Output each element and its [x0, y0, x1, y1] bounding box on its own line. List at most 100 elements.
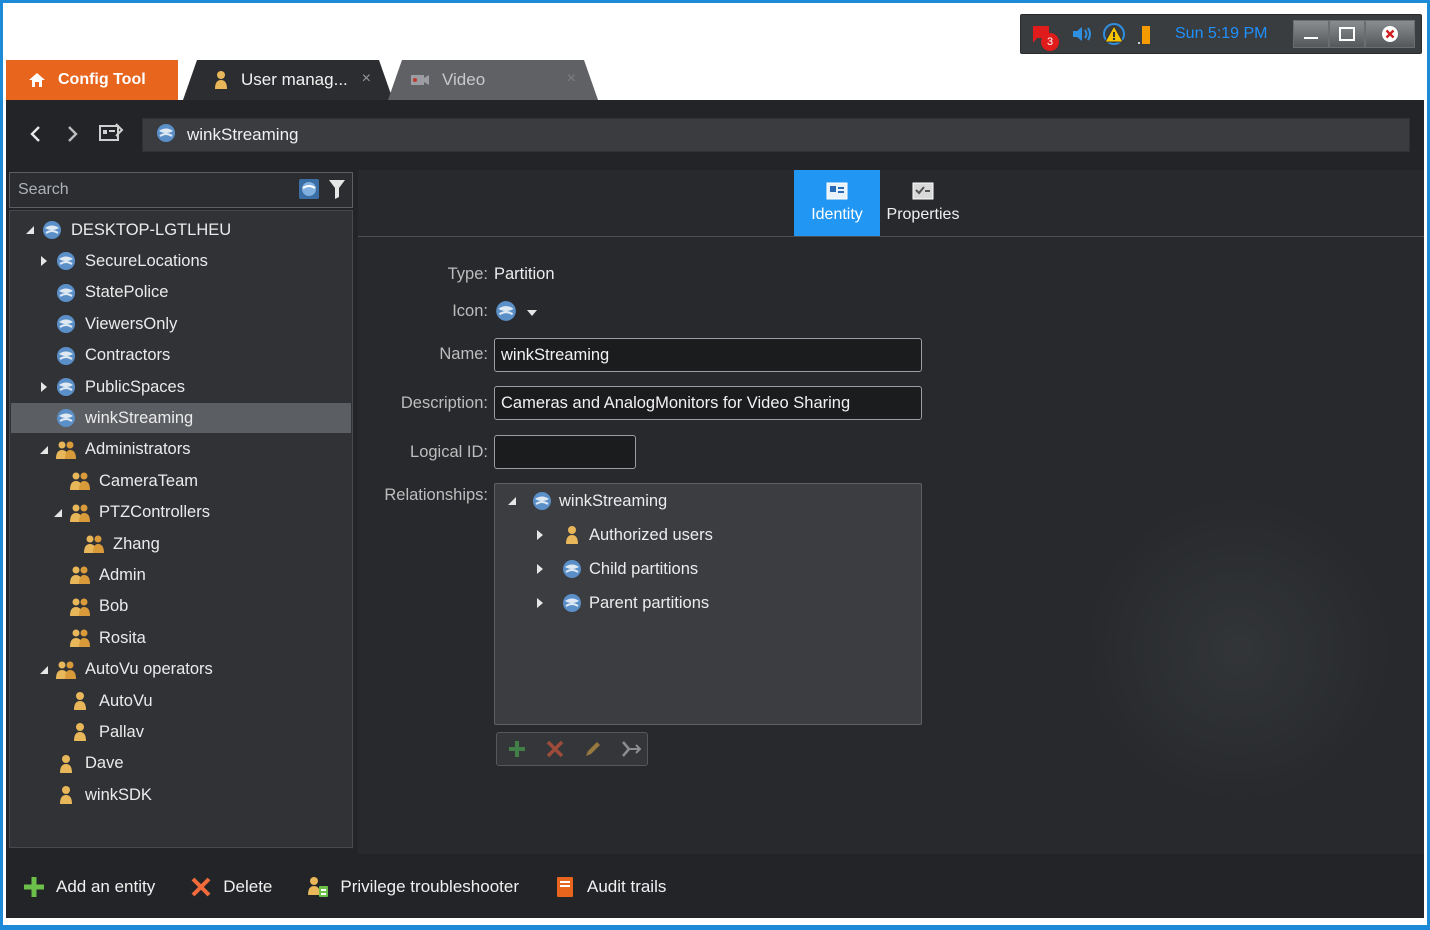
- relationship-parent-partitions[interactable]: Parent partitions: [533, 592, 709, 614]
- relationship-label: Child partitions: [589, 559, 699, 578]
- tree-item[interactable]: CameraTeam: [11, 466, 351, 496]
- add-relationship-button[interactable]: [505, 737, 529, 761]
- close-tab-icon[interactable]: ×: [567, 70, 576, 88]
- user-icon: [69, 721, 91, 743]
- system-clock[interactable]: Sun 5:19 PM: [1175, 25, 1268, 43]
- tree-item[interactable]: AutoVu: [11, 686, 351, 716]
- chevron-down-icon: [527, 310, 537, 316]
- tree-item[interactable]: SecureLocations: [11, 246, 351, 276]
- expanded-arrow-icon[interactable]: [37, 443, 51, 457]
- partition-icon: [55, 282, 77, 304]
- tree-item[interactable]: Bob: [11, 592, 351, 622]
- tree-item-label: DESKTOP-LGTLHEU: [71, 220, 232, 239]
- tree-item[interactable]: AutoVu operators: [11, 655, 351, 685]
- volume-icon[interactable]: [1069, 21, 1095, 47]
- chevron-right-icon: [68, 126, 78, 142]
- tree-item[interactable]: PublicSpaces: [11, 372, 351, 402]
- expanded-arrow-icon[interactable]: [23, 223, 37, 237]
- expanded-arrow-icon[interactable]: [51, 506, 65, 520]
- tab-properties[interactable]: Properties: [880, 170, 966, 236]
- close-tab-icon[interactable]: ×: [362, 70, 371, 88]
- tree-item[interactable]: StatePolice: [11, 278, 351, 308]
- tree-item[interactable]: Pallav: [11, 717, 351, 747]
- tab-user-management[interactable]: User manag... ×: [183, 60, 393, 100]
- add-entity-label: Add an entity: [56, 877, 156, 896]
- type-value: Partition: [494, 265, 555, 283]
- expanded-arrow-icon[interactable]: [37, 663, 51, 677]
- relationship-authorized-users[interactable]: Authorized users: [533, 524, 713, 546]
- privilege-troubleshooter-label: Privilege troubleshooter: [340, 877, 519, 896]
- tree-item-label: PTZControllers: [99, 503, 210, 522]
- icon-picker[interactable]: [494, 299, 538, 327]
- entity-tree: DESKTOP-LGTLHEU SecureLocations StatePolic…: [9, 210, 353, 848]
- name-field[interactable]: winkStreaming: [494, 338, 922, 372]
- tab-user-management-label: User manag...: [241, 70, 348, 89]
- search-input[interactable]: Search: [9, 172, 353, 208]
- advanced-relationship-button[interactable]: [619, 737, 643, 761]
- audit-trails-button[interactable]: Audit trails: [553, 875, 666, 899]
- tree-item[interactable]: DESKTOP-LGTLHEU: [11, 215, 351, 245]
- name-value: winkStreaming: [501, 345, 610, 364]
- warning-network-icon[interactable]: [1101, 21, 1127, 47]
- user-group-icon: [83, 533, 105, 555]
- edit-relationship-button[interactable]: [581, 737, 605, 761]
- minimize-button[interactable]: [1293, 20, 1329, 48]
- tree-item[interactable]: Contractors: [11, 341, 351, 371]
- collapsed-arrow-icon[interactable]: [37, 380, 51, 394]
- privilege-troubleshooter-button[interactable]: Privilege troubleshooter: [306, 875, 519, 899]
- relationship-root-label: winkStreaming: [559, 491, 668, 510]
- maximize-button[interactable]: [1329, 20, 1365, 48]
- name-label: Name:: [439, 345, 488, 363]
- add-entity-button[interactable]: Add an entity: [22, 875, 155, 899]
- address-bar[interactable]: winkStreaming: [142, 118, 1410, 152]
- description-field[interactable]: Cameras and AnalogMonitors for Video Sha…: [494, 386, 922, 420]
- relationship-child-partitions[interactable]: Child partitions: [533, 558, 698, 580]
- collapsed-arrow-icon[interactable]: [533, 563, 547, 575]
- tree-item[interactable]: Rosita: [11, 623, 351, 653]
- logical-id-field[interactable]: [494, 435, 636, 469]
- video-icon: [410, 73, 430, 87]
- tree-item-selected[interactable]: winkStreaming: [11, 403, 351, 434]
- tree-item[interactable]: Admin: [11, 560, 351, 590]
- tab-config-tool-home[interactable]: Config Tool: [6, 60, 178, 100]
- collapsed-arrow-icon[interactable]: [533, 529, 547, 541]
- tab-identity[interactable]: Identity: [794, 170, 880, 236]
- user-group-icon: [69, 502, 91, 524]
- tree-item-label: Dave: [85, 754, 124, 773]
- collapsed-arrow-icon[interactable]: [533, 597, 547, 609]
- history-button[interactable]: [98, 122, 124, 148]
- collapsed-arrow-icon[interactable]: [37, 254, 51, 268]
- filter-icon[interactable]: [328, 178, 346, 205]
- tab-home-label: Config Tool: [58, 71, 146, 88]
- relationship-root[interactable]: winkStreaming: [505, 490, 667, 512]
- remove-relationship-button[interactable]: [543, 737, 567, 761]
- back-button[interactable]: [24, 122, 46, 146]
- delete-icon: [546, 740, 564, 758]
- notification-icon[interactable]: 3: [1029, 21, 1059, 51]
- delete-button[interactable]: Delete: [189, 875, 272, 899]
- tab-bar: Config Tool User manag... × Video ×: [3, 58, 1424, 100]
- tree-item-label: ViewersOnly: [85, 314, 178, 333]
- expanded-arrow-icon[interactable]: [505, 496, 519, 506]
- user-group-icon: [55, 439, 77, 461]
- forward-button[interactable]: [62, 122, 84, 146]
- tree-item[interactable]: Dave: [11, 749, 351, 779]
- tree-item[interactable]: PTZControllers: [11, 498, 351, 528]
- partition-filter-icon[interactable]: [298, 178, 320, 205]
- tree-item[interactable]: Administrators: [11, 435, 351, 465]
- tab-video[interactable]: Video ×: [388, 60, 598, 100]
- tree-item[interactable]: winkSDK: [11, 780, 351, 810]
- tree-item-label: Contractors: [85, 346, 171, 365]
- tree-item-label: AutoVu operators: [85, 660, 213, 679]
- partition-icon: [494, 299, 518, 327]
- tree-item[interactable]: ViewersOnly: [11, 309, 351, 339]
- close-window-button[interactable]: [1365, 20, 1415, 48]
- battery-icon[interactable]: [1133, 21, 1159, 47]
- user-group-icon: [69, 596, 91, 618]
- tree-item[interactable]: Zhang: [11, 529, 351, 559]
